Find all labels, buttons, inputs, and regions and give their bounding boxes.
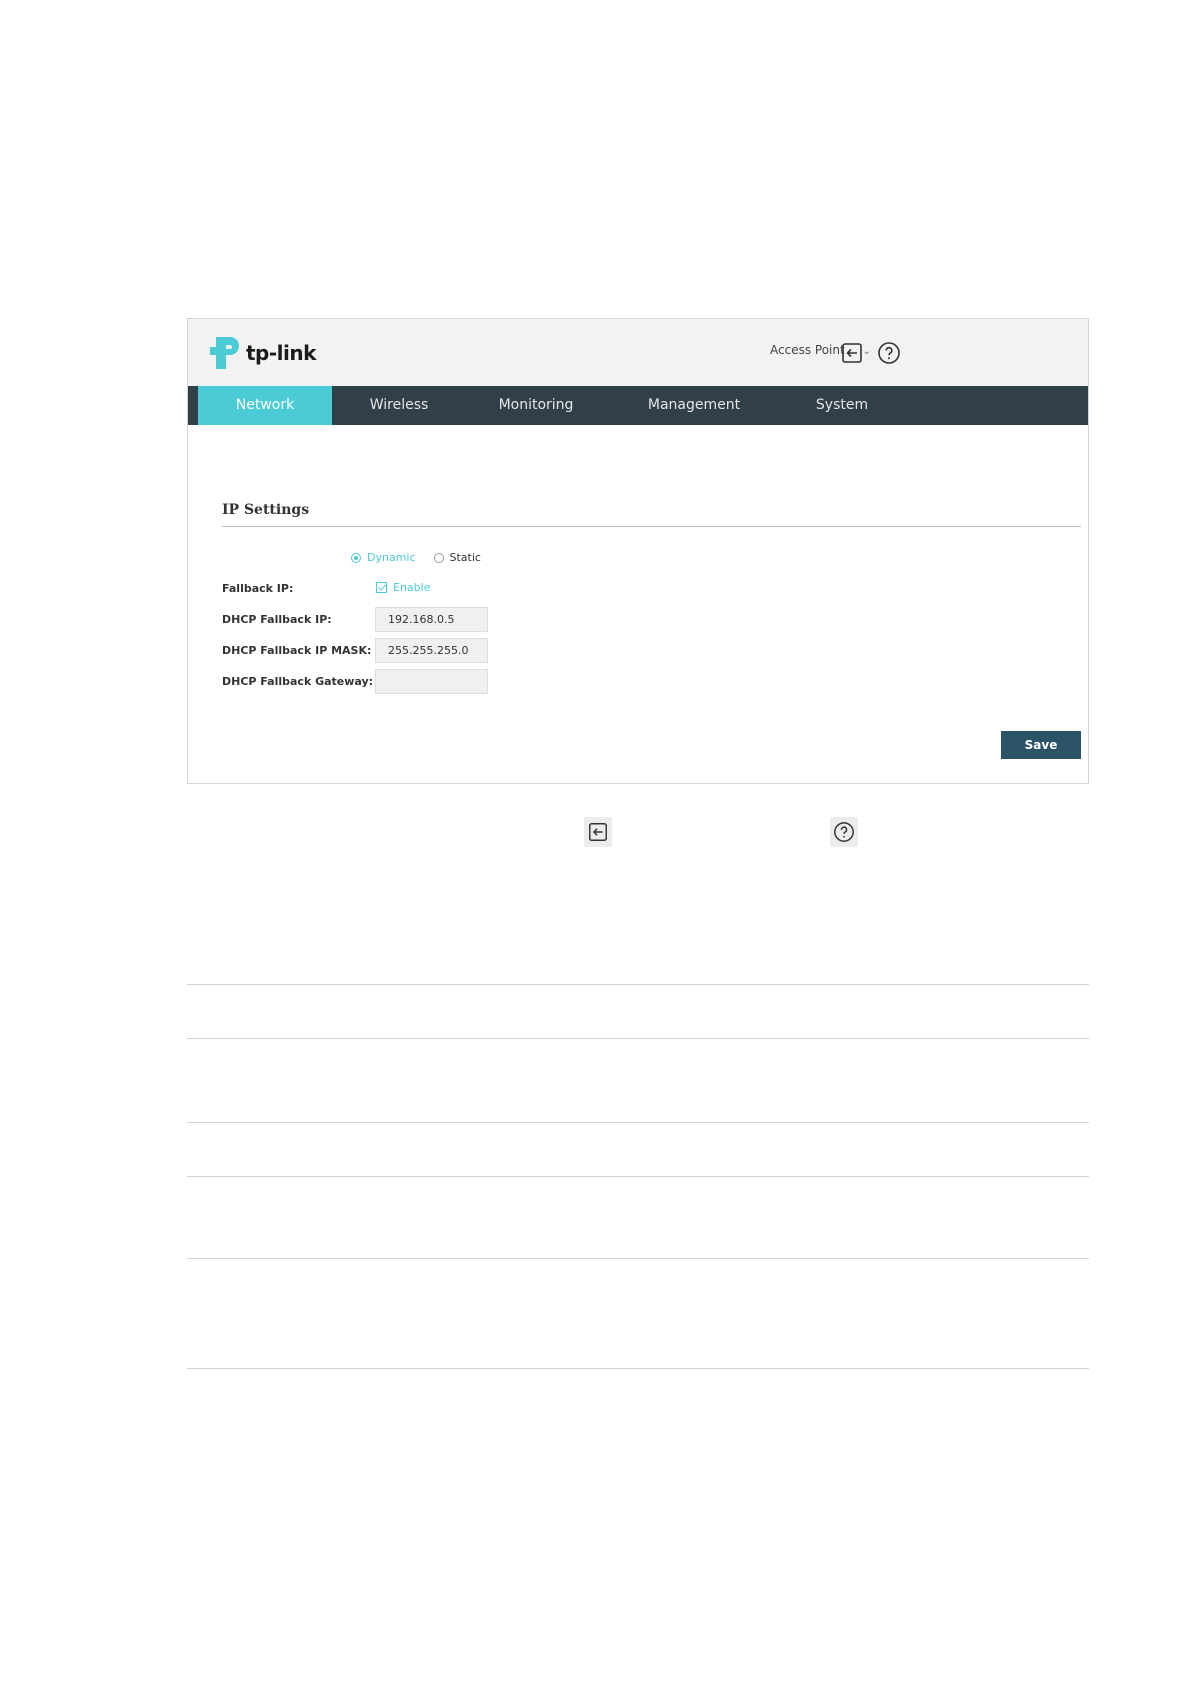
tp-link-logo-icon xyxy=(210,337,239,369)
save-button[interactable]: Save xyxy=(1001,731,1081,759)
static-radio-label[interactable]: Static xyxy=(450,551,481,564)
mode-select-label: Access Point xyxy=(770,343,845,357)
static-radio[interactable] xyxy=(433,552,444,563)
fallback-ip-label: Fallback IP: xyxy=(222,582,294,595)
web-management-screenshot: tp-link Access Point ⌄ Network Wireless … xyxy=(187,318,1089,784)
nav-tab-system[interactable]: System xyxy=(782,386,902,425)
help-icon-glyph xyxy=(834,822,854,842)
logout-icon xyxy=(584,817,612,847)
logout-icon[interactable] xyxy=(840,341,864,365)
fallback-ip-enable[interactable]: Enable xyxy=(376,581,430,594)
dhcp-fallback-gateway-input[interactable] xyxy=(375,669,488,694)
dhcp-fallback-ip-input[interactable]: 192.168.0.5 xyxy=(375,607,488,632)
nav-tab-wireless[interactable]: Wireless xyxy=(332,386,466,425)
fallback-ip-checkbox-label[interactable]: Enable xyxy=(393,581,430,594)
dhcp-fallback-gateway-label: DHCP Fallback Gateway: xyxy=(222,675,374,688)
dhcp-fallback-mask-label: DHCP Fallback IP MASK: xyxy=(222,644,372,657)
dhcp-fallback-mask-input[interactable]: 255.255.255.0 xyxy=(375,638,488,663)
help-icon[interactable] xyxy=(877,341,901,365)
top-bar: tp-link Access Point ⌄ xyxy=(188,319,1088,386)
nav-tab-network[interactable]: Network xyxy=(198,386,332,425)
help-icon xyxy=(830,817,858,847)
dhcp-fallback-ip-label: DHCP Fallback IP: xyxy=(222,613,332,626)
table-rule xyxy=(187,1122,1089,1123)
section-title: IP Settings xyxy=(222,502,310,518)
ip-mode-radio-group: Dynamic Static xyxy=(351,551,481,564)
dynamic-radio[interactable] xyxy=(351,552,361,563)
fallback-ip-checkbox[interactable] xyxy=(376,582,387,593)
logo-text: tp-link xyxy=(246,341,316,365)
table-rule xyxy=(187,1038,1089,1039)
main-nav: Network Wireless Monitoring Management S… xyxy=(188,386,1088,425)
table-rule xyxy=(187,1258,1089,1259)
section-divider xyxy=(222,526,1081,527)
nav-tab-monitoring[interactable]: Monitoring xyxy=(466,386,606,425)
table-rule xyxy=(187,984,1089,985)
table-rule xyxy=(187,1368,1089,1369)
dynamic-radio-label[interactable]: Dynamic xyxy=(367,551,416,564)
logout-icon-glyph xyxy=(589,823,607,841)
nav-tab-management[interactable]: Management xyxy=(606,386,782,425)
table-rule xyxy=(187,1176,1089,1177)
tp-link-logo: tp-link xyxy=(206,333,316,373)
